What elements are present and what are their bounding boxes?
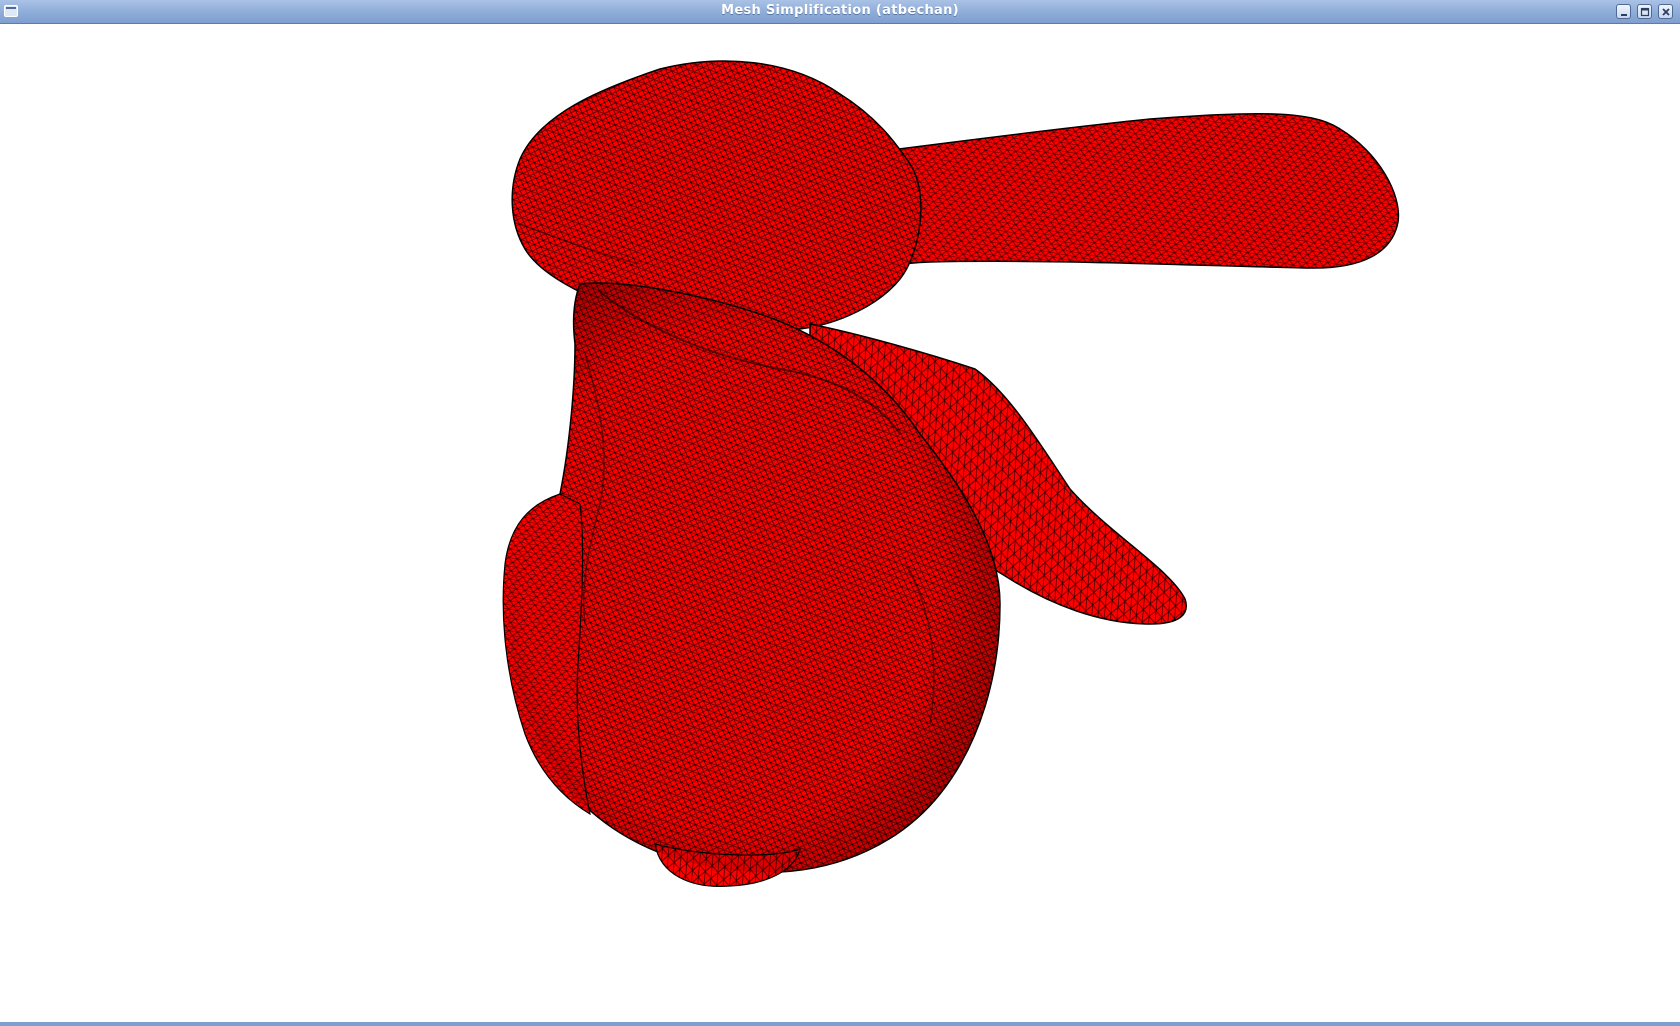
- maximize-icon: [1640, 7, 1650, 17]
- minimize-button[interactable]: [1616, 4, 1631, 19]
- window-title: Mesh Simplification (atbechan): [721, 3, 959, 18]
- maximize-button[interactable]: [1637, 4, 1652, 19]
- minimize-icon: [1621, 14, 1627, 16]
- bunny-head: [511, 60, 922, 332]
- close-button[interactable]: [1658, 4, 1673, 19]
- app-window: Mesh Simplification (atbechan): [0, 0, 1680, 1026]
- title-bar[interactable]: Mesh Simplification (atbechan): [0, 0, 1680, 24]
- window-bottom-border: [0, 1022, 1680, 1026]
- render-viewport[interactable]: [0, 24, 1680, 1022]
- bunny-mesh-render: [502, 60, 1400, 887]
- close-icon: [1662, 8, 1670, 16]
